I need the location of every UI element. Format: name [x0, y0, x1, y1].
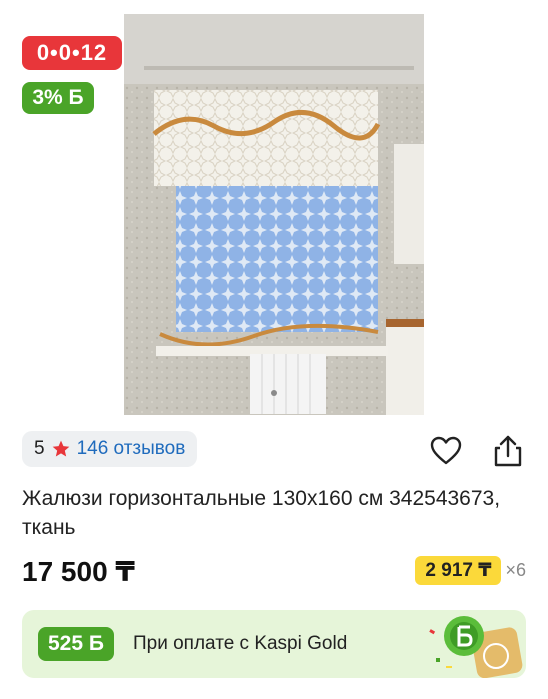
product-title: Жалюзи горизонтальные 130x160 см 3425436…: [22, 487, 501, 539]
gallery-dots: [0, 390, 548, 396]
favorite-button[interactable]: [429, 434, 463, 468]
timer-badge: 0•0•12: [22, 36, 122, 70]
heart-icon: [430, 436, 462, 465]
share-button[interactable]: [491, 434, 525, 468]
product-gallery[interactable]: 0•0•12 3% Б: [0, 0, 548, 420]
product-price: 17 500 ₸: [22, 556, 135, 587]
bonus-badge: 3% Б: [22, 82, 94, 114]
reviews-link[interactable]: 146 отзывов: [77, 438, 186, 460]
kaspi-card-icon: [429, 616, 523, 678]
kaspi-gold-promo[interactable]: 525 Б При оплате с Kaspi Gold: [22, 610, 526, 678]
gallery-dot-active[interactable]: [271, 390, 277, 396]
promo-text: При оплате с Kaspi Gold: [133, 633, 348, 654]
star-icon: [52, 440, 69, 457]
installment-info[interactable]: 2 917 ₸ ×6: [415, 556, 526, 585]
product-photo[interactable]: [124, 14, 424, 415]
share-icon: [494, 435, 522, 467]
rating-chip[interactable]: 5 146 отзывов: [22, 431, 198, 467]
installment-multiplier: ×6: [505, 560, 526, 580]
rating-score: 5: [34, 438, 45, 459]
installment-amount: 2 917 ₸: [415, 556, 502, 585]
promo-bonus-badge: 525 Б: [38, 627, 114, 661]
